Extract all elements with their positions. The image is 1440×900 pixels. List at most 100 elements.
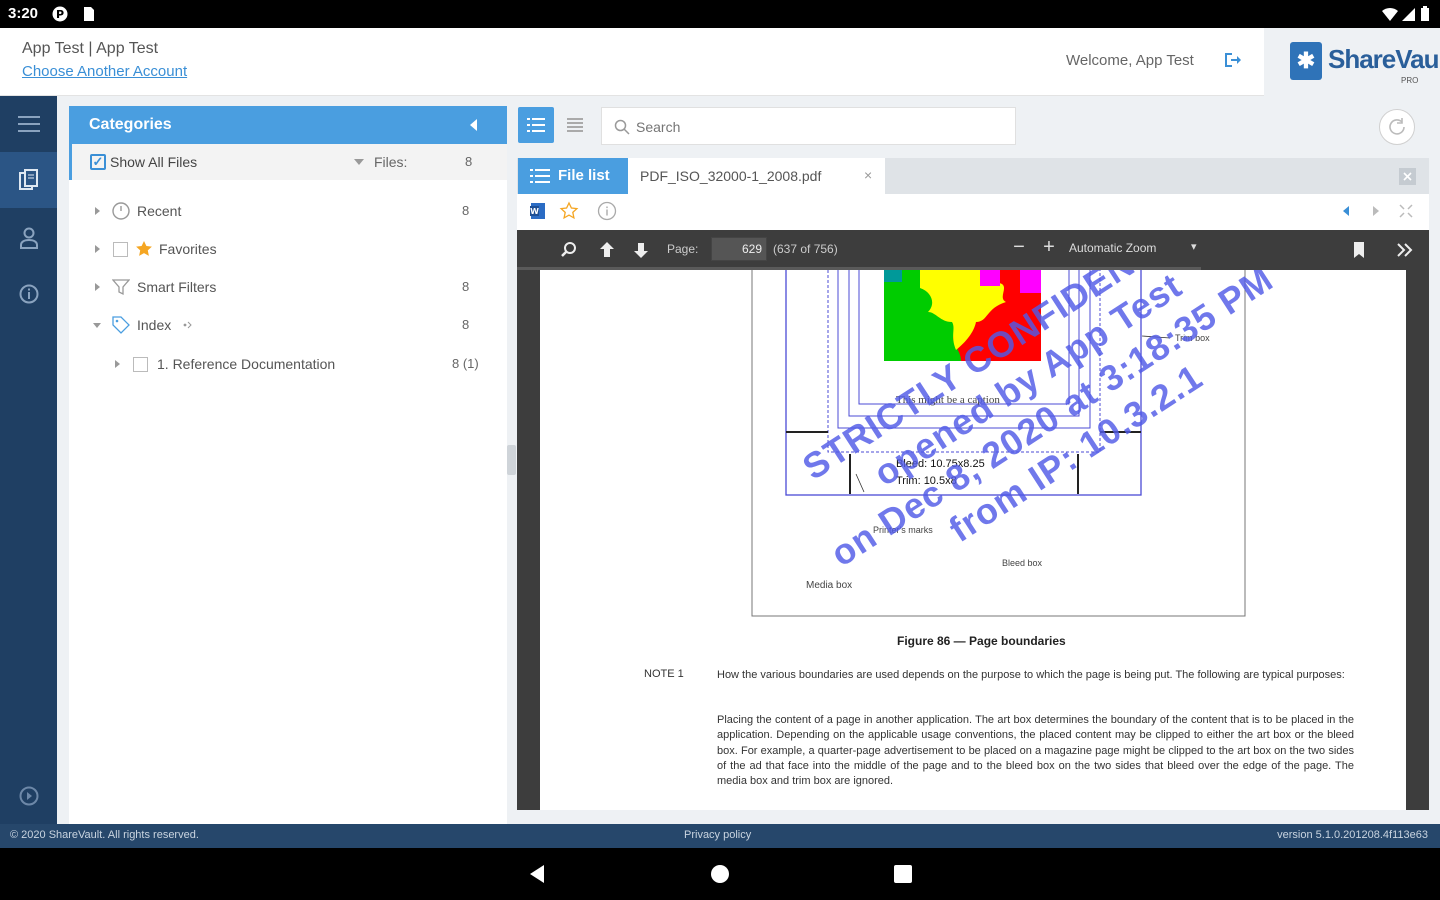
choose-account-link[interactable]: Choose Another Account [22, 63, 187, 80]
copyright-text: © 2020 ShareVault. All rights reserved. [10, 829, 199, 841]
zoom-in-button[interactable]: + [1037, 236, 1061, 259]
previous-document-icon[interactable] [1339, 204, 1353, 218]
menu-icon [17, 116, 40, 132]
tab-label: PDF_ISO_32000-1_2008.pdf [640, 168, 822, 184]
documents-nav-button[interactable] [0, 152, 57, 208]
logo-subtext: PRO [1401, 76, 1419, 85]
tree-item-count: 8 (1) [452, 356, 479, 371]
star-icon [136, 241, 152, 256]
tree-item-label: 1. Reference Documentation [157, 356, 336, 372]
documents-icon [18, 169, 38, 190]
previous-page-icon[interactable] [597, 240, 617, 260]
close-icon [1403, 172, 1412, 181]
clock-icon [112, 202, 130, 220]
detail-view-button[interactable] [557, 107, 593, 143]
files-count: 8 [465, 154, 473, 169]
tree-item-label: Favorites [159, 241, 217, 257]
page-label: Page: [667, 242, 699, 256]
panel-resize-handle[interactable] [507, 445, 516, 475]
refresh-icon [1389, 118, 1405, 135]
home-icon[interactable] [709, 863, 731, 885]
expand-arrow-icon[interactable] [95, 283, 100, 291]
files-label: Files: [374, 154, 408, 170]
word-document-icon[interactable]: W [529, 202, 547, 220]
app-header: App Test | App Test Choose Another Accou… [0, 28, 1440, 96]
favorite-star-icon[interactable] [559, 201, 579, 221]
compact-list-icon [567, 118, 583, 132]
menu-button[interactable] [0, 96, 57, 152]
document-toolbar: W [517, 194, 1429, 230]
play-icon [19, 786, 38, 806]
show-all-label: Show All Files [110, 154, 198, 170]
logout-icon[interactable] [1222, 50, 1242, 70]
note-label: NOTE 1 [644, 668, 684, 680]
next-document-icon[interactable] [1369, 204, 1383, 218]
next-page-icon[interactable] [631, 240, 651, 260]
list-view-button[interactable] [518, 107, 554, 143]
tree-item-index[interactable]: Index 8 [69, 306, 507, 344]
battery-icon [1421, 6, 1429, 21]
note-text: How the various boundaries are used depe… [717, 669, 1345, 681]
filter-icon [112, 279, 130, 296]
left-navigation-rail [0, 96, 57, 824]
tree-item-count: 8 [462, 279, 470, 294]
recents-icon[interactable] [892, 863, 914, 885]
tab-document[interactable]: PDF_ISO_32000-1_2008.pdf × [628, 158, 885, 194]
categories-panel: Categories ✓ Show All Files Files: 8 Rec… [57, 96, 517, 824]
folder-checkbox[interactable] [133, 357, 148, 372]
figure-label-bleed-box: Bleed box [1002, 558, 1043, 568]
files-dropdown-icon[interactable] [354, 159, 364, 165]
pdf-viewer-canvas[interactable]: Trim box This might be a caption Bleed: … [517, 270, 1429, 810]
close-tab-icon[interactable]: × [864, 167, 872, 183]
tab-file-list[interactable]: File list [518, 158, 628, 194]
info-icon[interactable] [597, 201, 617, 221]
zoom-select[interactable]: Automatic Zoom ▾ [1069, 241, 1201, 255]
search-input[interactable] [636, 116, 996, 138]
find-icon[interactable] [559, 240, 579, 260]
tree-item-label: Recent [137, 203, 182, 219]
svg-text:W: W [530, 207, 539, 216]
back-icon[interactable] [526, 863, 548, 885]
show-all-checkbox[interactable]: ✓ [90, 154, 106, 170]
show-all-files-row[interactable]: ✓ Show All Files Files: 8 [69, 144, 507, 180]
index-menu-icon[interactable] [182, 320, 192, 330]
status-time: 3:20 [8, 5, 39, 22]
tree-item-smart-filters[interactable]: Smart Filters 8 [69, 268, 507, 306]
tree-item-recent[interactable]: Recent 8 [69, 192, 507, 230]
privacy-policy-link[interactable]: Privacy policy [684, 829, 751, 841]
account-name: App Test | App Test [22, 40, 159, 57]
tree-item-count: 8 [462, 203, 470, 218]
favorites-checkbox[interactable] [113, 242, 128, 257]
close-all-tabs-button[interactable] [1399, 168, 1416, 185]
app-footer: © 2020 ShareVault. All rights reserved. … [0, 824, 1440, 848]
note-text-placing: Placing the content of a page in another… [717, 714, 1354, 788]
search-icon [614, 119, 630, 135]
pdf-viewer-toolbar: Page: 629 (637 of 756) − + Automatic Zoo… [517, 230, 1429, 270]
system-navigation-bar [0, 848, 1440, 900]
help-nav-button[interactable] [0, 266, 57, 322]
zoom-dropdown-icon: ▾ [1191, 241, 1197, 253]
fullscreen-icon[interactable] [1399, 204, 1413, 218]
expand-arrow-icon[interactable] [115, 360, 120, 368]
tree-item-favorites[interactable]: Favorites [69, 230, 507, 268]
expand-rail-button[interactable] [0, 768, 57, 824]
bookmark-icon[interactable] [1349, 240, 1369, 260]
list-view-icon [527, 118, 545, 132]
expand-arrow-icon[interactable] [95, 207, 100, 215]
expand-arrow-icon[interactable] [95, 245, 100, 253]
wifi-icon [1382, 7, 1398, 21]
tree-item-count: 8 [462, 317, 470, 332]
users-nav-button[interactable] [0, 210, 57, 266]
categories-card: Categories ✓ Show All Files Files: 8 Rec… [69, 106, 507, 824]
categories-title: Categories [89, 116, 172, 133]
page-number-input[interactable]: 629 [711, 237, 767, 261]
collapse-panel-icon[interactable] [470, 119, 477, 131]
welcome-text: Welcome, App Test [1066, 52, 1194, 69]
refresh-button[interactable] [1379, 109, 1415, 145]
tools-menu-icon[interactable] [1395, 240, 1415, 260]
zoom-out-button[interactable]: − [1007, 236, 1031, 259]
tag-icon [112, 316, 130, 334]
list-icon [530, 169, 550, 183]
tree-item-reference-documentation[interactable]: 1. Reference Documentation 8 (1) [69, 345, 507, 383]
collapse-arrow-icon[interactable] [93, 323, 101, 328]
